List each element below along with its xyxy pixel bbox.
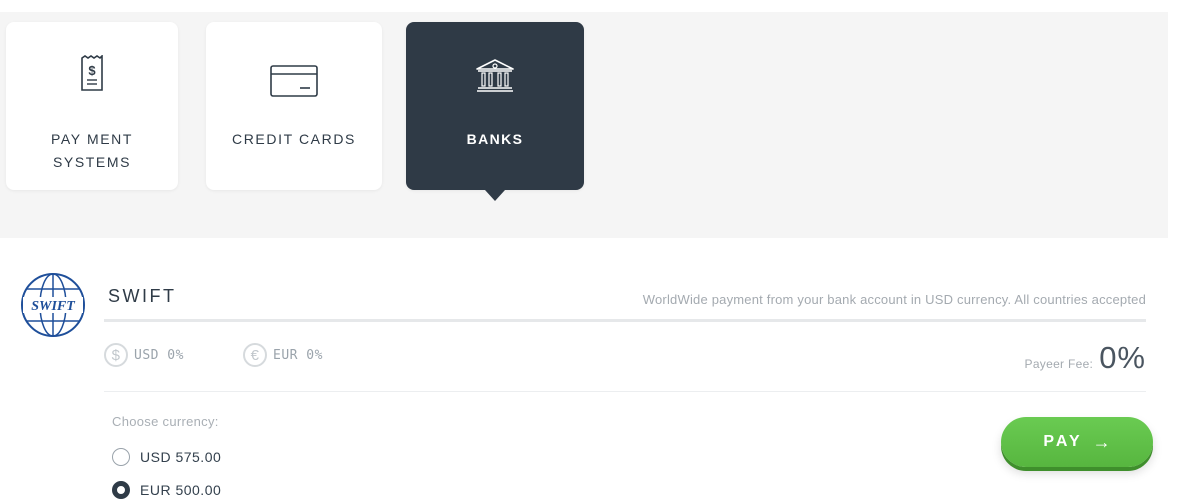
tab-label: CREDIT CARDS: [232, 131, 356, 147]
swift-logo-text: SWIFT: [31, 299, 76, 314]
divider: [104, 391, 1146, 392]
fee-eur: € EUR 0%: [243, 343, 323, 367]
active-tab-pointer: [485, 190, 505, 201]
currency-option-label: USD 575.00: [140, 449, 222, 465]
fee-usd-label: USD 0%: [134, 347, 184, 363]
fee-usd: $ USD 0%: [104, 343, 184, 367]
bank-building-icon: [475, 58, 515, 97]
tab-label: PAY MENT SYSTEMS: [50, 131, 134, 170]
svg-text:$: $: [88, 63, 96, 78]
pay-button-label: PAY: [1043, 433, 1083, 450]
payment-method-description: WorldWide payment from your bank account…: [642, 292, 1146, 307]
fee-eur-label: EUR 0%: [273, 347, 323, 363]
currency-option-eur[interactable]: EUR 500.00: [112, 481, 221, 499]
radio-button-selected[interactable]: [112, 481, 130, 499]
receipt-dollar-icon: $: [79, 54, 105, 96]
credit-card-icon: [270, 65, 318, 102]
tab-banks[interactable]: BANKS: [406, 22, 584, 190]
euro-icon: €: [243, 343, 267, 367]
payeer-fee-value: 0%: [1099, 340, 1146, 375]
arrow-right-icon: →: [1092, 431, 1111, 452]
payeer-fee-label: Payeer Fee:: [1024, 357, 1094, 371]
tab-payment-systems[interactable]: $ PAY MENT SYSTEMS: [6, 22, 178, 190]
radio-button[interactable]: [112, 448, 130, 466]
divider: [104, 319, 1146, 322]
choose-currency-label: Choose currency:: [112, 414, 219, 429]
currency-option-usd[interactable]: USD 575.00: [112, 448, 221, 466]
payment-method-name: SWIFT: [108, 286, 177, 306]
swift-logo: SWIFT: [20, 272, 86, 343]
pay-button[interactable]: PAY →: [1001, 417, 1153, 467]
dollar-icon: $: [104, 343, 128, 367]
tab-credit-cards[interactable]: CREDIT CARDS: [206, 22, 382, 190]
currency-option-label: EUR 500.00: [140, 482, 222, 498]
tab-label: BANKS: [466, 131, 524, 147]
payeer-fee: Payeer Fee: 0%: [1025, 340, 1146, 376]
